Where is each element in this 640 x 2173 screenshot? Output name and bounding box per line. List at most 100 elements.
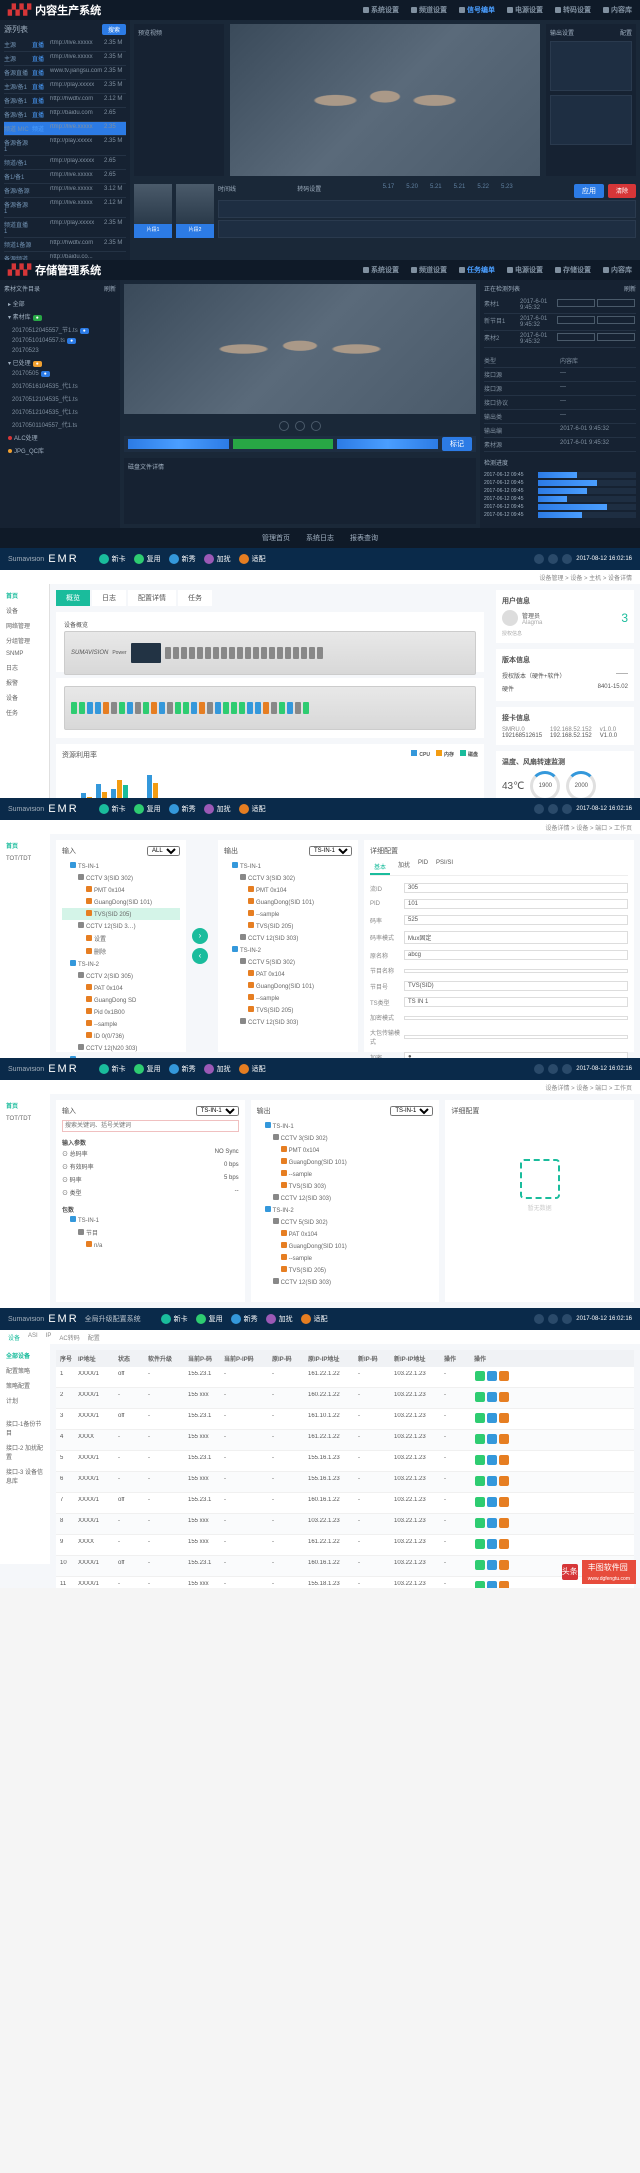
source-row[interactable]: 频道/备1rtmp://play.xxxxx2.65	[4, 156, 126, 170]
port-icon[interactable]	[111, 702, 117, 714]
tree-item[interactable]: 设置	[62, 932, 180, 945]
source-row[interactable]: 备源/备源rtmp://live.xxxxx3.12 M	[4, 184, 126, 198]
tree-item[interactable]: ID 0(0/736)	[62, 1030, 180, 1042]
tree-item[interactable]: ▾ 已处理●	[4, 356, 116, 369]
tree-item[interactable]: 节目	[62, 1226, 239, 1239]
table-row[interactable]: 2XXXX/1--155 xxx--160.22.1.22-103.22.1.2…	[56, 1388, 634, 1409]
tree-item[interactable]: --sample	[224, 992, 352, 1004]
tree-item[interactable]: CCTV 12(SID 303)	[257, 1276, 434, 1288]
search-button[interactable]: 搜索	[102, 24, 126, 35]
tree-item[interactable]: 20170516104535_代1.ts	[4, 379, 116, 392]
port-icon[interactable]	[173, 647, 179, 659]
status-icon[interactable]	[534, 1314, 544, 1324]
nav-item[interactable]: 新秀	[231, 1314, 258, 1324]
port-icon[interactable]	[183, 702, 189, 714]
table-row[interactable]: 素材22017-6-01 9:45:32	[484, 331, 636, 348]
tree-item[interactable]: TS-IN-2	[257, 1204, 434, 1216]
action-icon[interactable]	[499, 1413, 509, 1423]
port-icon[interactable]	[165, 647, 171, 659]
port-icon[interactable]	[221, 647, 227, 659]
detail-tab[interactable]: 加扰	[398, 860, 410, 875]
form-input[interactable]: 525	[404, 915, 628, 925]
nav-item[interactable]: 新卡	[99, 1064, 126, 1074]
action-icon[interactable]	[499, 1476, 509, 1486]
port-icon[interactable]	[181, 647, 187, 659]
col-header[interactable]: 原IP-IP地址	[306, 1354, 356, 1363]
status-icon[interactable]	[548, 804, 558, 814]
col-header[interactable]: 操作	[472, 1354, 632, 1363]
sidebar-item[interactable]: 报警	[4, 675, 45, 690]
tree-item[interactable]: GuangDong SD	[62, 994, 180, 1006]
sidebar-item[interactable]: 首页	[4, 1098, 46, 1113]
port-icon[interactable]	[213, 647, 219, 659]
port-icon[interactable]	[151, 702, 157, 714]
source-row[interactable]: 主源直播rtmp://live.xxxxx2.35 M	[4, 52, 126, 66]
action-icon[interactable]	[487, 1413, 497, 1423]
port-icon[interactable]	[229, 647, 235, 659]
tree-item[interactable]: JPG_QC库	[4, 444, 116, 457]
sidebar-item[interactable]: 接口-2 加扰配置	[4, 1440, 46, 1464]
tree-item[interactable]: 20170523	[4, 346, 116, 356]
port-icon[interactable]	[245, 647, 251, 659]
tree-item[interactable]: Pid 0x1B00	[62, 1006, 180, 1018]
refresh-button[interactable]: 刷新	[624, 284, 636, 293]
tree-item[interactable]: CCTV 12(SID 303)	[224, 1016, 352, 1028]
form-input[interactable]: 101	[404, 899, 628, 909]
timeline-edit[interactable]: 转码设置	[297, 184, 321, 198]
action-icon[interactable]	[475, 1434, 485, 1444]
search-input[interactable]	[62, 1120, 239, 1132]
form-input[interactable]	[404, 1035, 628, 1039]
action-icon[interactable]	[499, 1497, 509, 1507]
status-icon[interactable]	[562, 1314, 572, 1324]
tree-item[interactable]: GuangDong(SID 101)	[62, 896, 180, 908]
port-icon[interactable]	[239, 702, 245, 714]
port-icon[interactable]	[127, 702, 133, 714]
nav-item[interactable]: 加扰	[266, 1314, 293, 1324]
port-icon[interactable]	[309, 647, 315, 659]
action-icon[interactable]	[487, 1455, 497, 1465]
port-icon[interactable]	[207, 702, 213, 714]
port-icon[interactable]	[95, 702, 101, 714]
nav-item[interactable]: 加扰	[204, 1064, 231, 1074]
tree-item[interactable]: CCTV 12(SID 303)	[257, 1192, 434, 1204]
source-row[interactable]: 频道 MIC频道rtmp://live.xxxxx2.35	[4, 122, 126, 136]
tab[interactable]: 配置	[88, 1333, 100, 1341]
action-icon[interactable]	[475, 1476, 485, 1486]
port-icon[interactable]	[143, 702, 149, 714]
tree-item[interactable]: GuangDong(SID 101)	[224, 980, 352, 992]
col-header[interactable]: 操作	[442, 1354, 472, 1363]
tree-item[interactable]: CCTV 12(SID 3…)	[62, 920, 180, 932]
port-icon[interactable]	[269, 647, 275, 659]
port-icon[interactable]	[71, 702, 77, 714]
port-icon[interactable]	[231, 702, 237, 714]
select[interactable]: TS-IN-1	[390, 1106, 433, 1116]
nav-item[interactable]: 适配	[239, 1064, 266, 1074]
status-icon[interactable]	[562, 1064, 572, 1074]
port-icon[interactable]	[285, 647, 291, 659]
clip-thumb[interactable]: 片段2	[176, 184, 214, 238]
form-input[interactable]	[404, 969, 628, 973]
action-icon[interactable]	[475, 1392, 485, 1402]
output-select[interactable]: TS-IN-1	[309, 846, 352, 856]
port-icon[interactable]	[119, 702, 125, 714]
sidebar-item[interactable]: 接口-1备份节目	[4, 1416, 46, 1440]
action-icon[interactable]	[499, 1560, 509, 1570]
nav-item[interactable]: 新卡	[99, 804, 126, 814]
port-icon[interactable]	[189, 647, 195, 659]
source-row[interactable]: 备源频道http://baidu.co...	[4, 252, 126, 260]
tree-item[interactable]: CCTV 3(SID 302)	[224, 872, 352, 884]
source-row[interactable]: 频道1备源http://hwdtv.com2.35 M	[4, 238, 126, 252]
tree-item[interactable]: PAT 0x104	[257, 1228, 434, 1240]
nav-item[interactable]: 电源设置	[507, 5, 543, 15]
sidebar-item[interactable]: TOT/TDT	[4, 1113, 46, 1125]
table-row[interactable]: 8XXXX/1--155 xxx--103.22.1.23-103.22.1.2…	[56, 1514, 634, 1535]
footer-link[interactable]: 系统日志	[306, 533, 334, 543]
action-icon[interactable]	[499, 1581, 509, 1588]
tree-item[interactable]: TS-IN-2	[224, 944, 352, 956]
tree-item[interactable]: TS-IN-1	[257, 1120, 434, 1132]
port-icon[interactable]	[175, 702, 181, 714]
port-icon[interactable]	[277, 647, 283, 659]
port-icon[interactable]	[293, 647, 299, 659]
tree-item[interactable]: GuangDong(SID 101)	[257, 1240, 434, 1252]
form-input[interactable]: TS IN 1	[404, 997, 628, 1007]
